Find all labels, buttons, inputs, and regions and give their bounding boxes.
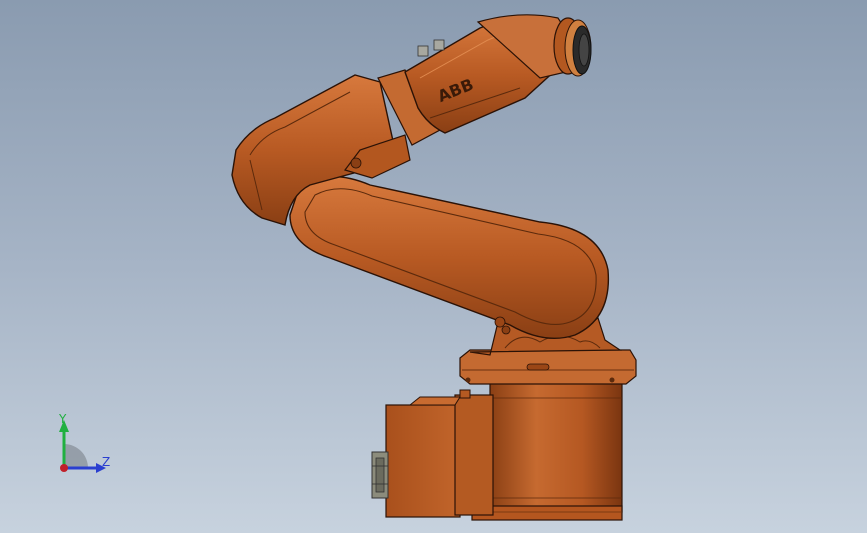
robot-model[interactable]: ABB [0, 0, 867, 533]
graphics-viewport[interactable]: ABB Y Z [0, 0, 867, 533]
tool-flange [564, 19, 592, 77]
lower-arm [289, 175, 610, 340]
triad-graphic [59, 420, 106, 473]
origin-icon [60, 464, 68, 472]
y-axis-label: Y [59, 412, 67, 426]
coordinate-triad: Y Z [40, 408, 130, 488]
base-column [471, 381, 623, 521]
forearm [404, 14, 583, 134]
z-axis-label: Z [102, 455, 111, 469]
connector-box [371, 389, 494, 518]
